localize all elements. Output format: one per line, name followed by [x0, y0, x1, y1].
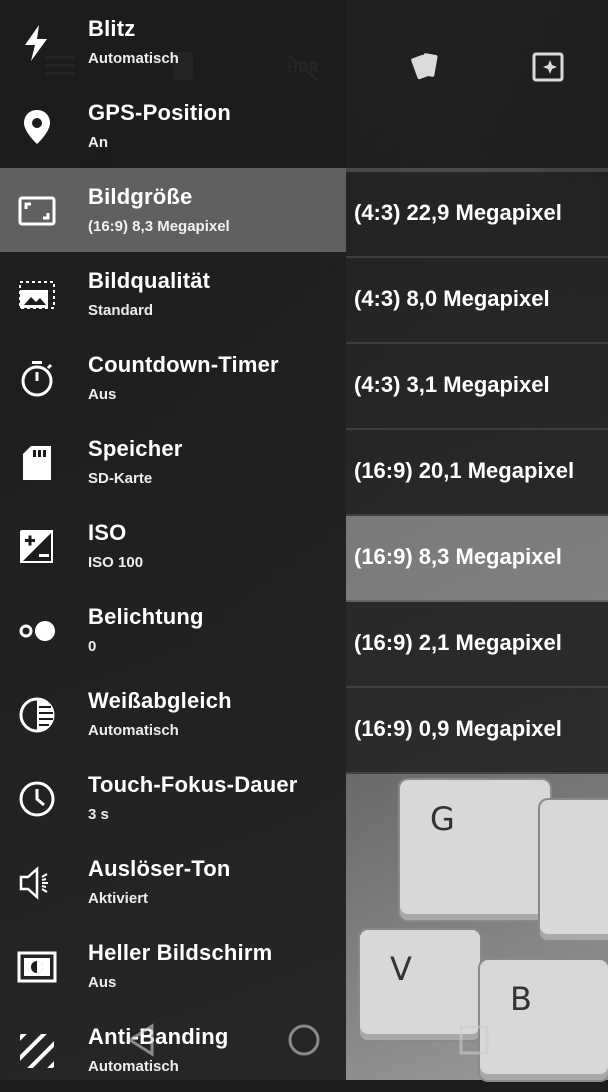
- setting-item-white-balance[interactable]: Weißabgleich Automatisch: [0, 672, 346, 756]
- setting-item-picture-size[interactable]: Bildgröße (16:9) 8,3 Megapixel: [0, 168, 346, 252]
- setting-title: Bildgröße: [88, 184, 193, 209]
- navigation-bar: [0, 996, 608, 1080]
- setting-item-picture-quality[interactable]: Bildqualität Standard: [0, 252, 346, 336]
- timer-icon: [16, 358, 58, 400]
- setting-value: 3 s: [88, 806, 109, 823]
- picture-size-option[interactable]: (16:9) 2,1 Megapixel: [346, 602, 608, 688]
- picture-size-option[interactable]: (4:3) 8,0 Megapixel: [346, 258, 608, 344]
- sd-card-icon: [16, 442, 58, 484]
- setting-value: (16:9) 8,3 Megapixel: [88, 218, 230, 235]
- white-balance-icon: [16, 694, 58, 736]
- image-quality-icon: [16, 274, 58, 316]
- setting-value: Standard: [88, 302, 154, 319]
- picture-size-options: (4:3) 22,9 Megapixel (4:3) 8,0 Megapixel…: [346, 172, 608, 774]
- setting-value: Automatisch: [88, 50, 179, 67]
- picture-size-option[interactable]: (4:3) 3,1 Megapixel: [346, 344, 608, 430]
- setting-value: Automatisch: [88, 722, 179, 739]
- setting-value: Aus: [88, 386, 117, 403]
- scene-icon[interactable]: [530, 48, 566, 84]
- setting-item-exposure[interactable]: Belichtung 0: [0, 588, 346, 672]
- setting-title: Bildqualität: [88, 268, 211, 293]
- settings-drawer: Blitz Automatisch GPS-Position An Bildgr…: [0, 0, 346, 1080]
- setting-title: Belichtung: [88, 604, 204, 629]
- setting-item-countdown-timer[interactable]: Countdown-Timer Aus: [0, 336, 346, 420]
- picture-size-option-selected[interactable]: (16:9) 8,3 Megapixel: [346, 516, 608, 602]
- setting-value: ISO 100: [88, 554, 144, 571]
- clock-icon: [16, 778, 58, 820]
- exposure-icon: [16, 610, 58, 652]
- setting-title: Weißabgleich: [88, 688, 232, 713]
- back-icon[interactable]: [122, 1020, 162, 1060]
- keyboard-key: [540, 800, 608, 940]
- setting-title: Auslöser-Ton: [88, 856, 231, 881]
- setting-item-flash[interactable]: Blitz Automatisch: [0, 0, 346, 84]
- recents-icon[interactable]: [454, 1020, 494, 1060]
- keyboard-key: G: [400, 780, 550, 920]
- image-size-icon: [16, 190, 58, 232]
- setting-item-shutter-sound[interactable]: Auslöser-Ton Aktiviert: [0, 840, 346, 924]
- setting-title: Heller Bildschirm: [88, 940, 273, 965]
- picture-size-option[interactable]: (16:9) 0,9 Megapixel: [346, 688, 608, 774]
- picture-size-option[interactable]: (16:9) 20,1 Megapixel: [346, 430, 608, 516]
- setting-title: Speicher: [88, 436, 183, 461]
- option-label: (4:3) 8,0 Megapixel: [354, 286, 550, 311]
- setting-item-storage[interactable]: Speicher SD-Karte: [0, 420, 346, 504]
- filters-icon[interactable]: [408, 48, 444, 84]
- speaker-icon: [16, 862, 58, 904]
- option-label: (16:9) 2,1 Megapixel: [354, 630, 562, 655]
- setting-value: 0: [88, 638, 97, 655]
- flash-icon: [16, 22, 58, 64]
- option-label: (16:9) 8,3 Megapixel: [354, 544, 562, 569]
- option-label: (16:9) 0,9 Megapixel: [354, 716, 562, 741]
- setting-title: GPS-Position: [88, 100, 231, 125]
- setting-title: Blitz: [88, 16, 136, 41]
- bright-screen-icon: [16, 946, 58, 988]
- setting-value: SD-Karte: [88, 470, 153, 487]
- option-label: (16:9) 20,1 Megapixel: [354, 458, 575, 483]
- home-icon[interactable]: [284, 1020, 324, 1060]
- setting-title: Touch-Fokus-Dauer: [88, 772, 298, 797]
- setting-value: An: [88, 134, 108, 151]
- setting-item-touch-focus-duration[interactable]: Touch-Fokus-Dauer 3 s: [0, 756, 346, 840]
- location-pin-icon: [16, 106, 58, 148]
- setting-value: Aus: [88, 974, 117, 991]
- setting-value: Aktiviert: [88, 890, 149, 907]
- setting-item-gps[interactable]: GPS-Position An: [0, 84, 346, 168]
- setting-title: Countdown-Timer: [88, 352, 279, 377]
- option-label: (4:3) 22,9 Megapixel: [354, 200, 562, 225]
- iso-icon: [16, 526, 58, 568]
- option-label: (4:3) 3,1 Megapixel: [354, 372, 550, 397]
- setting-title: ISO: [88, 520, 127, 545]
- picture-size-option[interactable]: (4:3) 22,9 Megapixel: [346, 172, 608, 258]
- setting-item-iso[interactable]: ISO ISO 100: [0, 504, 346, 588]
